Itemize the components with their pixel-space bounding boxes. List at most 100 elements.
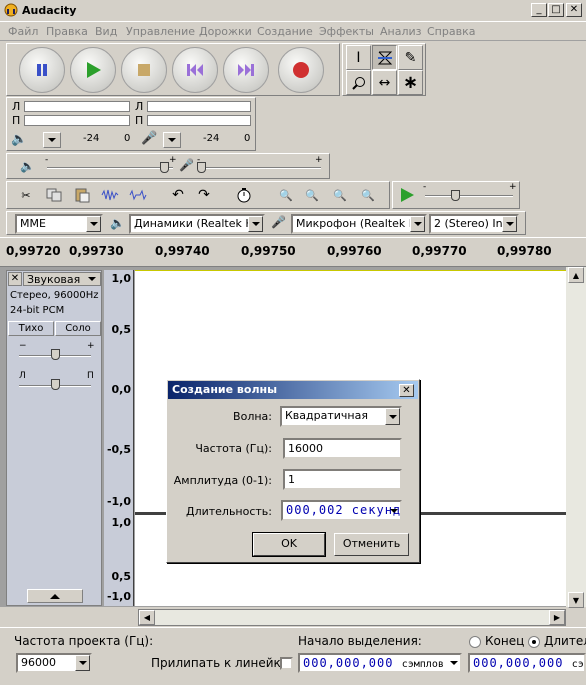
frequency-label: Частота (Гц):	[195, 442, 272, 455]
paste-button[interactable]	[71, 184, 93, 206]
input-device-select[interactable]: Микрофон (Realtek High	[291, 214, 427, 234]
playback-meter-menu-button[interactable]	[43, 132, 61, 148]
zoom-out-button[interactable]: 🔍	[301, 184, 323, 206]
silence-audio-icon	[129, 189, 147, 201]
redo-button[interactable]: ↷	[193, 184, 215, 206]
vruler-label: 1,0	[111, 272, 132, 285]
snap-to-checkbox[interactable]	[280, 657, 293, 670]
selection-start-value: 000,000,000	[303, 656, 394, 670]
scroll-up-button[interactable]: ▲	[568, 267, 584, 283]
scroll-down-button[interactable]: ▼	[568, 592, 584, 608]
scroll-right-button[interactable]: ▶	[549, 610, 565, 625]
play-at-speed-button[interactable]	[396, 184, 418, 206]
menu-file[interactable]: Файл	[8, 25, 38, 38]
track-menu-button[interactable]: Звуковая	[23, 272, 101, 286]
minimize-button[interactable]: _	[531, 3, 547, 17]
cancel-button[interactable]: Отменить	[334, 533, 409, 556]
selection-end-value: 000,000,000	[473, 656, 564, 670]
close-window-button[interactable]: ✕	[566, 3, 582, 17]
amplitude-label: Амплитуда (0-1):	[173, 474, 272, 487]
input-device-microphone-icon: 🎤	[271, 215, 286, 229]
trim-button[interactable]	[99, 184, 121, 206]
speed-slider-max-label: +	[509, 182, 517, 192]
audio-host-select[interactable]: MME	[15, 214, 103, 234]
zoom-in-button[interactable]: 🔍	[275, 184, 297, 206]
frequency-input[interactable]: 16000	[283, 438, 402, 459]
length-radio[interactable]	[528, 636, 540, 648]
skip-to-start-button[interactable]	[172, 47, 218, 93]
timeline-ruler[interactable]: 0,99720 0,99730 0,99740 0,99750 0,99760 …	[0, 237, 586, 267]
gain-slider-thumb[interactable]	[51, 349, 60, 360]
menu-analyze[interactable]: Анализ	[380, 25, 422, 38]
mute-button[interactable]: Тихо	[8, 321, 54, 336]
selection-end-field[interactable]: 000,000,000 сэ	[468, 653, 586, 673]
sync-lock-button[interactable]	[233, 184, 255, 206]
stop-button[interactable]	[121, 47, 167, 93]
fit-project-button[interactable]: 🔍	[357, 184, 379, 206]
zoom-in-icon: 🔍	[279, 188, 293, 202]
undo-button[interactable]: ↶	[167, 184, 189, 206]
input-volume-microphone-icon: 🎤	[179, 158, 194, 172]
maximize-button[interactable]: □	[548, 3, 564, 17]
ruler-tick: 0,99780	[497, 244, 552, 258]
asterisk-icon: ∗	[402, 72, 419, 93]
dialog-close-button[interactable]: ✕	[399, 384, 414, 397]
length-radio-label: Длител	[544, 634, 586, 648]
timeshift-tool-button[interactable]: ↔	[372, 70, 397, 95]
duration-input[interactable]: 000,002 секунд	[281, 500, 402, 521]
vertical-scrollbar[interactable]: ▲ ▼	[566, 267, 586, 608]
cut-button[interactable]: ✂	[15, 184, 37, 206]
play-button[interactable]	[70, 47, 116, 93]
envelope-tool-button[interactable]	[372, 45, 397, 70]
zoom-tool-button[interactable]	[346, 70, 371, 95]
horizontal-scrollbar[interactable]: ◀ ▶	[138, 609, 566, 626]
dialog-title: Создание волны	[172, 383, 278, 396]
draw-tool-button[interactable]: ✎	[398, 45, 423, 70]
end-radio-label: Конец	[485, 634, 525, 648]
vruler-label: 0,5	[111, 323, 132, 336]
speed-slider-thumb[interactable]	[451, 190, 460, 201]
menu-tracks[interactable]: Дорожки	[199, 25, 252, 38]
pan-left-label: Л	[19, 371, 26, 381]
selection-start-field[interactable]: 000,000,000 сэмплов	[298, 653, 462, 673]
fit-selection-button[interactable]: 🔍	[329, 184, 351, 206]
menu-generate[interactable]: Создание	[257, 25, 313, 38]
collapse-track-button[interactable]	[27, 589, 83, 603]
record-meter-left-label: Л	[135, 100, 144, 113]
menu-help[interactable]: Справка	[427, 25, 475, 38]
project-rate-select[interactable]: 96000	[16, 653, 92, 673]
selection-tool-button[interactable]: I	[346, 45, 371, 70]
menu-transport[interactable]: Управление	[126, 25, 195, 38]
copy-icon	[46, 188, 62, 202]
duration-format-arrow-icon	[390, 509, 398, 513]
track-close-button[interactable]: ✕	[8, 272, 22, 286]
menu-view[interactable]: Вид	[95, 25, 117, 38]
end-radio[interactable]	[469, 636, 481, 648]
amplitude-input[interactable]: 1	[283, 469, 402, 490]
paste-icon	[75, 188, 90, 203]
audacity-logo-icon	[4, 3, 18, 17]
speed-slider[interactable]	[425, 195, 513, 197]
input-volume-slider[interactable]	[199, 167, 321, 169]
ok-button[interactable]: OK	[252, 532, 326, 557]
skip-to-end-button[interactable]	[223, 47, 269, 93]
menu-edit[interactable]: Правка	[46, 25, 88, 38]
waveform-select[interactable]: Квадратичная	[280, 406, 402, 427]
input-channels-select[interactable]: 2 (Stereo) Inp	[429, 214, 519, 234]
copy-button[interactable]	[43, 184, 65, 206]
scroll-left-button[interactable]: ◀	[139, 610, 155, 625]
input-volume-thumb[interactable]	[197, 162, 206, 173]
output-volume-slider[interactable]	[47, 167, 173, 169]
solo-button[interactable]: Соло	[55, 321, 101, 336]
menu-effects[interactable]: Эффекты	[319, 25, 374, 38]
record-button[interactable]	[278, 47, 324, 93]
silence-button[interactable]	[127, 184, 149, 206]
pan-slider-thumb[interactable]	[51, 379, 60, 390]
pause-button[interactable]	[19, 47, 65, 93]
output-volume-thumb[interactable]	[160, 162, 169, 173]
output-device-select[interactable]: Динамики (Realtek High	[129, 214, 265, 234]
track-info-bitdepth: 24-bit PCM	[10, 305, 65, 316]
multi-tool-button[interactable]: ∗	[398, 70, 423, 95]
output-device-value: Динамики (Realtek High	[134, 217, 265, 230]
record-meter-menu-button[interactable]	[163, 132, 181, 148]
